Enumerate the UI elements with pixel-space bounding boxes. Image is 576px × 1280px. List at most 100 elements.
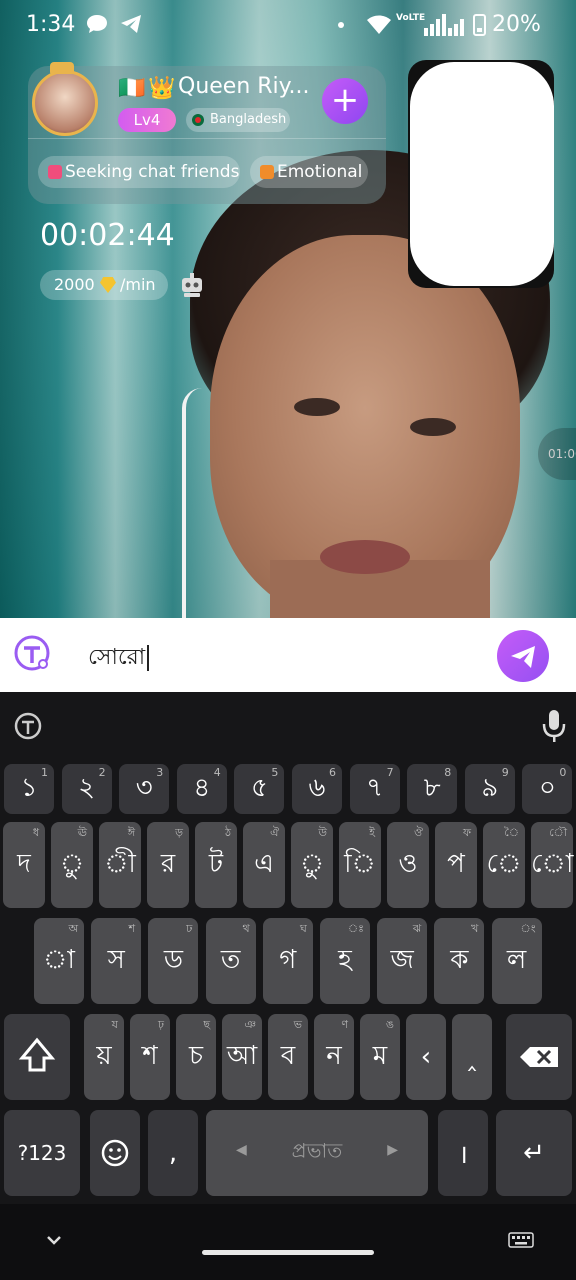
key-letter[interactable]: শস [91,918,142,1004]
key-label: ন [326,1041,342,1071]
comma-key[interactable]: , [148,1110,198,1196]
key-digit[interactable]: 7৭ [349,764,400,814]
key-letter[interactable]: ণন [314,1014,354,1100]
key-letter[interactable]: ‸ [452,1014,492,1100]
key-letter[interactable]: ঊু [51,822,93,908]
key-label: ১ [20,773,38,803]
flag-icon: 🇮🇪 [118,76,146,101]
key-letter[interactable]: ঢ় শ [130,1014,170,1100]
key-hint: ঊ [77,826,87,839]
key-letter[interactable]: খক [434,918,485,1004]
key-digit[interactable]: 5৫ [234,764,285,814]
key-label: ও [398,849,418,879]
chat-bubble-icon [87,15,107,33]
self-preview[interactable] [410,62,554,286]
key-label: । [458,1140,468,1170]
key-digit[interactable]: 8৮ [407,764,458,814]
shift-key[interactable] [4,1014,70,1100]
key-letter[interactable]: ঠট [195,822,237,908]
translate-icon[interactable] [12,633,52,673]
key-letter[interactable]: উু [291,822,333,908]
call-timer: 00:02:44 [40,218,175,253]
key-digit[interactable]: 9৯ [464,764,515,814]
robot-icon[interactable] [178,272,206,298]
key-hint: ড় [175,826,183,839]
avatar-crown-frame [50,62,74,74]
key-letter[interactable]: ভব [268,1014,308,1100]
key-label: ৮ [423,773,441,803]
key-letter[interactable]: অা [34,918,84,1004]
key-label: ৭ [366,773,384,803]
key-letter[interactable]: থত [205,918,256,1004]
key-letter[interactable]: ঝজ [377,918,428,1004]
key-digit[interactable]: 6৬ [292,764,342,814]
key-label: র [160,849,176,879]
key-letter[interactable]: ঐএ [243,822,285,908]
volte-label: VoLTE [396,13,426,23]
key-digit[interactable]: 3৩ [119,764,170,814]
key-label: ট [208,849,224,879]
tag-seeking-chat-friends: Seeking chat friends [38,156,240,188]
key-digit[interactable]: 1১ [4,764,54,814]
shift-icon [18,1037,56,1072]
key-letter[interactable]: ছচ [176,1014,216,1100]
key-label: ২ [78,773,96,803]
send-button[interactable] [497,630,549,682]
key-letter[interactable]: ং ল [491,918,542,1004]
message-input-text: সোরো [88,645,146,670]
key-letter[interactable]: ‹ [406,1014,446,1100]
emoji-key[interactable] [90,1110,140,1196]
keyboard-switch-icon[interactable] [508,1232,534,1248]
danda-key[interactable]: । [438,1110,488,1196]
key-label: ?123 [17,1141,67,1165]
key-hint: শ [128,922,136,935]
key-letter[interactable]: ইি [339,822,381,908]
battery-icon [473,14,486,36]
earphone-cable [182,388,206,618]
key-label: ক [450,945,469,975]
key-letter[interactable]: ৌো [531,822,573,908]
right-arrow-icon: ▶ [387,1142,398,1158]
hide-keyboard-icon[interactable] [44,1232,64,1248]
host-name: Queen Riy... [178,74,310,99]
send-icon [511,646,535,668]
key-hint: ৌ [549,826,567,839]
microphone-icon[interactable] [540,708,568,744]
key-letter[interactable]: ৈে [483,822,525,908]
home-indicator[interactable] [202,1250,374,1255]
key-letter[interactable]: য য় [84,1014,124,1100]
key-letter[interactable]: ঢড [148,918,199,1004]
host-avatar[interactable] [32,70,98,136]
key-hint: ই [369,826,375,839]
key-label: ল [506,945,527,975]
key-letter[interactable]: ঞআ [222,1014,262,1100]
follow-button[interactable]: + [322,78,368,124]
key-hint: থ [242,922,250,935]
key-letter[interactable]: ঃ হ [320,918,370,1004]
key-hint: ৈ [504,826,519,839]
key-letter[interactable]: ঘগ [262,918,313,1004]
key-letter[interactable]: ফপ [435,822,477,908]
key-label: া [43,945,75,975]
key-digit[interactable]: 4৪ [176,764,227,814]
key-letter[interactable]: ঈী [99,822,141,908]
symbols-key[interactable]: ?123 [4,1110,80,1196]
key-label: গ [279,945,297,975]
rate-unit: /min [120,275,156,294]
space-bar[interactable]: প্রভাত ◀ ▶ [206,1110,428,1196]
keyboard-translate-icon[interactable] [12,710,44,742]
battery-percentage: 20% [492,12,541,37]
key-letter[interactable]: ঔও [387,822,429,908]
backspace-key[interactable] [506,1014,572,1100]
key-letter[interactable]: ড় র [147,822,189,908]
key-letter[interactable]: ধদ [3,822,45,908]
key-digit[interactable]: 2২ [61,764,112,814]
key-letter[interactable]: ঙম [360,1014,400,1100]
key-hint: ঔ [413,826,423,839]
notification-dot [338,22,344,28]
key-label: য় [96,1041,112,1071]
rate-pill: 2000 /min [40,270,168,300]
key-digit[interactable]: 0০ [522,764,573,814]
enter-key[interactable]: ↵ [496,1110,572,1196]
message-input[interactable]: সোরো [88,640,150,671]
